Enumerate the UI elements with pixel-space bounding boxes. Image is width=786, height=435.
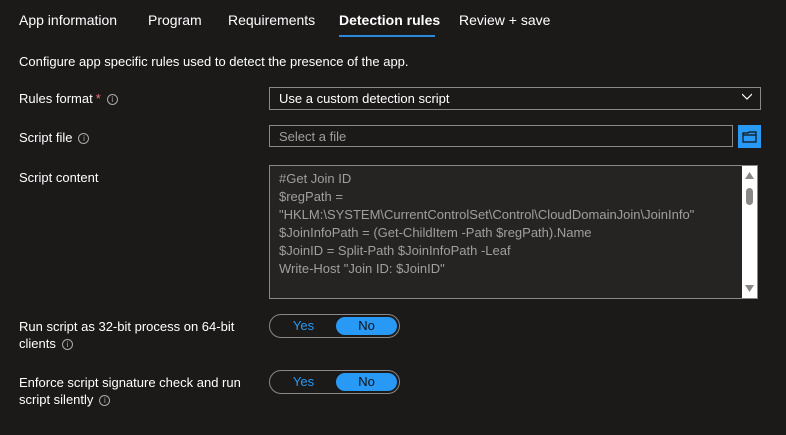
yes-option[interactable]: Yes — [270, 315, 337, 337]
info-icon[interactable]: i — [61, 339, 73, 351]
tab-requirements[interactable]: Requirements — [228, 12, 315, 28]
script-line: $regPath = — [279, 189, 343, 204]
rules-format-label: Rules format * i — [19, 90, 118, 107]
run32-toggle[interactable]: Yes No — [269, 314, 400, 338]
script-line: "HKLM:\SYSTEM\CurrentControlSet\Control\… — [279, 207, 695, 222]
info-icon[interactable]: i — [78, 133, 90, 145]
no-option[interactable]: No — [336, 373, 397, 391]
script-line: $JoinID = Split-Path $JoinInfoPath -Leaf — [279, 243, 511, 258]
scroll-down-icon[interactable] — [745, 285, 754, 292]
info-icon[interactable]: i — [99, 395, 111, 407]
tab-review-save[interactable]: Review + save — [459, 12, 550, 28]
label-line: clients — [19, 336, 56, 351]
description: Configure app specific rules used to det… — [19, 54, 409, 69]
script-content-textarea[interactable]: #Get Join ID $regPath = "HKLM:\SYSTEM\Curr… — [269, 165, 758, 299]
yes-option[interactable]: Yes — [270, 371, 337, 393]
browse-file-button[interactable] — [738, 125, 761, 148]
script-line: Write-Host "Join ID: $JoinID" — [279, 261, 445, 276]
label-text: Script file — [19, 130, 73, 145]
script-line: #Get Join ID — [279, 171, 352, 186]
tab-detection-rules[interactable]: Detection rules — [339, 12, 440, 28]
folder-icon — [742, 131, 757, 143]
label-line: Run script as 32-bit process on 64-bit — [19, 319, 235, 334]
script-line: $JoinInfoPath = (Get-ChildItem -Path $re… — [279, 225, 592, 240]
label-text: Rules format — [19, 91, 93, 106]
label-line: Enforce script signature check and run — [19, 375, 241, 390]
required-marker: * — [95, 91, 101, 106]
run32-label: Run script as 32-bit process on 64-bit cl… — [19, 318, 234, 352]
chevron-down-icon — [742, 93, 752, 100]
scrollbar[interactable] — [742, 166, 757, 298]
label-line: script silently — [19, 392, 94, 407]
script-content-label: Script content — [19, 170, 99, 185]
enforce-signature-toggle[interactable]: Yes No — [269, 370, 400, 394]
scroll-up-icon[interactable] — [745, 172, 754, 179]
script-file-input[interactable]: Select a file — [269, 125, 733, 147]
rules-format-dropdown[interactable]: Use a custom detection script — [269, 87, 761, 110]
enforce-signature-label: Enforce script signature check and run sc… — [19, 374, 241, 408]
info-icon[interactable]: i — [106, 94, 118, 106]
dropdown-value: Use a custom detection script — [279, 91, 450, 106]
tab-app-information[interactable]: App information — [19, 12, 117, 28]
tab-program[interactable]: Program — [148, 12, 202, 28]
active-tab-indicator — [339, 35, 435, 37]
script-file-label: Script file i — [19, 129, 90, 146]
script-lines: #Get Join ID $regPath = "HKLM:\SYSTEM\Curr… — [279, 170, 748, 278]
no-option[interactable]: No — [336, 317, 397, 335]
scrollbar-thumb[interactable] — [746, 188, 753, 205]
